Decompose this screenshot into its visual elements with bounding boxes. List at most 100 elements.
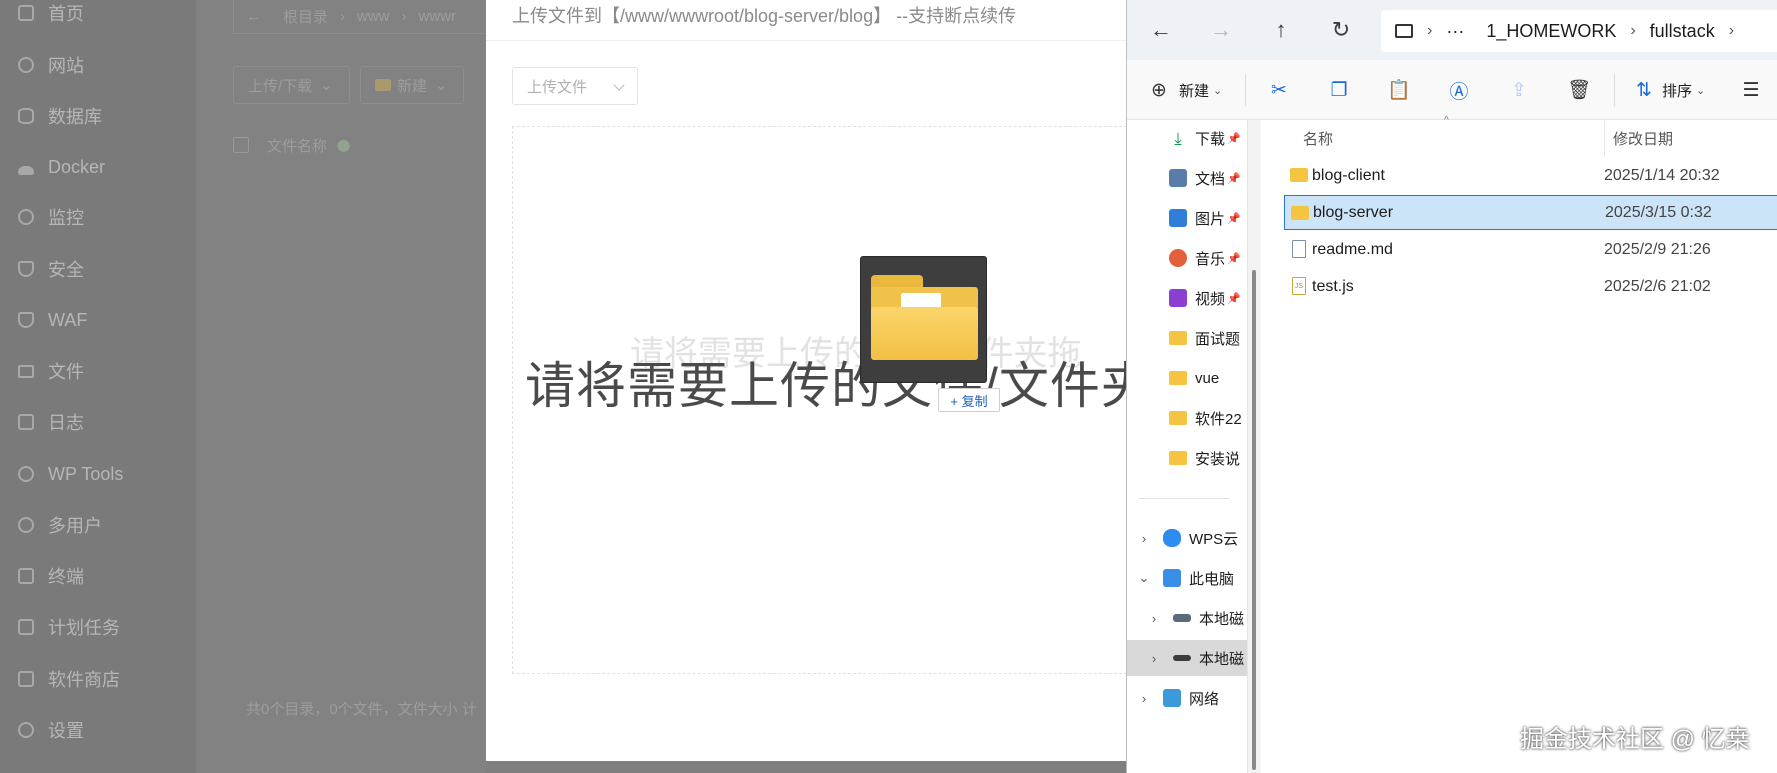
video-icon <box>1169 289 1187 307</box>
nav-item-folder[interactable]: 软件22 <box>1127 400 1247 436</box>
breadcrumb: ← 根目录 › www › wwwr <box>233 0 493 34</box>
sidebar-item-settings[interactable]: 设置 <box>0 710 196 750</box>
file-name: blog-server <box>1313 203 1394 221</box>
nav-pane-scrollbar[interactable] <box>1247 120 1261 773</box>
sidebar-item-label: 首页 <box>48 4 84 24</box>
up-arrow-icon[interactable]: ↑ <box>1269 17 1293 42</box>
rename-button[interactable]: Ⓐ <box>1447 78 1471 103</box>
breadcrumb-www[interactable]: www <box>357 8 390 25</box>
sidebar-item-database[interactable]: 数据库 <box>0 96 196 136</box>
address-segment[interactable]: 1_HOMEWORK <box>1486 21 1616 42</box>
sidebar-item-label: WAF <box>48 309 88 330</box>
file-name: test.js <box>1312 277 1354 295</box>
nav-item-videos[interactable]: 视频 📌 <box>1127 280 1247 316</box>
scrollbar-thumb[interactable] <box>1252 270 1256 770</box>
back-icon[interactable]: ← <box>246 8 261 25</box>
sidebar-item-terminal[interactable]: 终端 <box>0 556 196 596</box>
column-header-modified[interactable]: 修改日期 <box>1613 120 1673 156</box>
new-item-button[interactable]: ⊕ 新建 ⌄ <box>1147 78 1222 102</box>
file-date: 2025/2/9 21:26 <box>1604 240 1711 258</box>
nav-item-network[interactable]: › 网络 <box>1127 680 1247 716</box>
file-row[interactable]: JS test.js 2025/2/6 21:02 <box>1284 269 1777 304</box>
waf-icon <box>18 312 34 328</box>
drop-hint: 请将需要上传的文件/文件夹 <box>525 358 1152 414</box>
sidebar-item-multi-user[interactable]: 多用户 <box>0 505 196 545</box>
nav-item-folder[interactable]: 安装说 <box>1127 440 1247 476</box>
sidebar-item-security[interactable]: 安全 <box>0 249 196 289</box>
new-button[interactable]: 新建 ⌄ <box>360 66 464 104</box>
upload-download-button[interactable]: 上传/下载 ⌄ <box>233 66 350 104</box>
sidebar-item-label: 设置 <box>48 721 84 741</box>
sidebar-item-label: 监控 <box>48 208 84 228</box>
trash-icon: 🗑 <box>1566 80 1592 101</box>
sidebar-item-files[interactable]: 文件 <box>0 351 196 391</box>
pin-icon: 📌 <box>1227 132 1241 145</box>
nav-item-downloads[interactable]: ⤓ 下载 📌 <box>1127 120 1247 156</box>
address-more[interactable]: ··· <box>1446 21 1464 42</box>
scissors-icon: ✂ <box>1271 79 1287 101</box>
sidebar-item-website[interactable]: 网站 <box>0 45 196 85</box>
select-all-checkbox[interactable] <box>233 137 249 153</box>
sidebar-item-wp-tools[interactable]: WP Tools <box>0 454 196 494</box>
address-bar[interactable]: › ··· 1_HOMEWORK › fullstack › <box>1381 10 1777 52</box>
chevron-right-icon[interactable]: › <box>1147 611 1161 626</box>
breadcrumb-root[interactable]: 根目录 <box>283 6 328 27</box>
nav-item-this-pc[interactable]: ⌄ 此电脑 <box>1127 560 1247 596</box>
sort-icon[interactable]: ⬤ <box>337 138 350 152</box>
breadcrumb-wwwroot[interactable]: wwwr <box>419 8 457 25</box>
file-row[interactable]: readme.md 2025/2/9 21:26 <box>1284 232 1777 267</box>
sort-button[interactable]: ⇅ 排序 ⌄ <box>1632 78 1705 102</box>
database-icon <box>18 108 34 124</box>
upload-type-select[interactable]: 上传文件 <box>512 67 638 105</box>
nav-item-folder[interactable]: vue <box>1127 360 1247 396</box>
view-button[interactable]: ☰ <box>1739 78 1763 102</box>
file-date: 2025/2/6 21:02 <box>1604 277 1711 295</box>
picture-icon <box>1169 209 1187 227</box>
chevron-right-icon[interactable]: › <box>1137 531 1151 546</box>
sidebar-item-cron[interactable]: 计划任务 <box>0 607 196 647</box>
sidebar-item-logs[interactable]: 日志 <box>0 402 196 442</box>
chevron-right-icon[interactable]: › <box>1147 651 1161 666</box>
sidebar-item-label: 日志 <box>48 413 84 433</box>
file-explorer-window: ← → ↑ ↻ › ··· 1_HOMEWORK › fullstack › ⊕… <box>1126 0 1777 773</box>
nav-item-folder[interactable]: 面试题 <box>1127 320 1247 356</box>
file-row-selected[interactable]: blog-server 2025/3/15 0:32 <box>1284 195 1777 230</box>
sidebar-item-monitor[interactable]: 监控 <box>0 197 196 237</box>
watermark: 掘金技术社区 @ 忆桒 <box>1520 726 1750 753</box>
nav-item-local-disk[interactable]: › 本地磁 <box>1127 640 1247 676</box>
sidebar-item-home[interactable]: 首页 <box>0 0 196 33</box>
sidebar-item-waf[interactable]: WAF <box>0 300 196 340</box>
nav-item-wps-cloud[interactable]: › WPS云 <box>1127 520 1247 556</box>
chevron-down-icon: ⌄ <box>320 77 333 94</box>
delete-button[interactable]: 🗑 <box>1567 78 1591 102</box>
sidebar-item-docker[interactable]: Docker <box>0 147 196 187</box>
nav-item-label: vue <box>1195 369 1220 387</box>
copy-button[interactable]: ❐ <box>1327 78 1351 102</box>
column-header-name[interactable]: 名称 <box>1303 120 1333 156</box>
nav-item-local-disk[interactable]: › 本地磁 <box>1127 600 1247 636</box>
chevron-right-icon[interactable]: › <box>1137 691 1151 706</box>
back-arrow-icon[interactable]: ← <box>1149 17 1173 42</box>
chevron-down-icon: ⌄ <box>1213 84 1223 97</box>
column-filename[interactable]: 文件名称 <box>267 135 327 156</box>
paste-button[interactable]: 📋 <box>1387 78 1411 102</box>
pin-icon: 📌 <box>1227 292 1241 305</box>
address-segment[interactable]: fullstack <box>1650 21 1715 42</box>
file-row[interactable]: blog-client 2025/1/14 20:32 <box>1284 158 1777 193</box>
column-divider[interactable] <box>1604 120 1605 156</box>
nav-item-documents[interactable]: 文档 📌 <box>1127 160 1247 196</box>
forward-arrow-icon[interactable]: → <box>1209 17 1233 42</box>
address-toolbar: ← → ↑ ↻ › ··· 1_HOMEWORK › fullstack › <box>1127 0 1777 60</box>
sidebar-item-store[interactable]: 软件商店 <box>0 659 196 699</box>
chevron-down-icon[interactable]: ⌄ <box>1137 570 1151 586</box>
cut-button[interactable]: ✂ <box>1267 78 1291 102</box>
folder-icon <box>375 79 391 91</box>
share-button[interactable]: ⇪ <box>1507 78 1531 102</box>
refresh-icon[interactable]: ↻ <box>1329 17 1353 42</box>
nav-item-pictures[interactable]: 图片 📌 <box>1127 200 1247 236</box>
shield-icon <box>18 261 34 277</box>
nav-item-music[interactable]: 音乐 📌 <box>1127 240 1247 276</box>
markdown-file-icon <box>1292 240 1306 258</box>
file-manager-backdrop <box>196 0 486 773</box>
sidebar-item-label: WP Tools <box>48 463 124 484</box>
